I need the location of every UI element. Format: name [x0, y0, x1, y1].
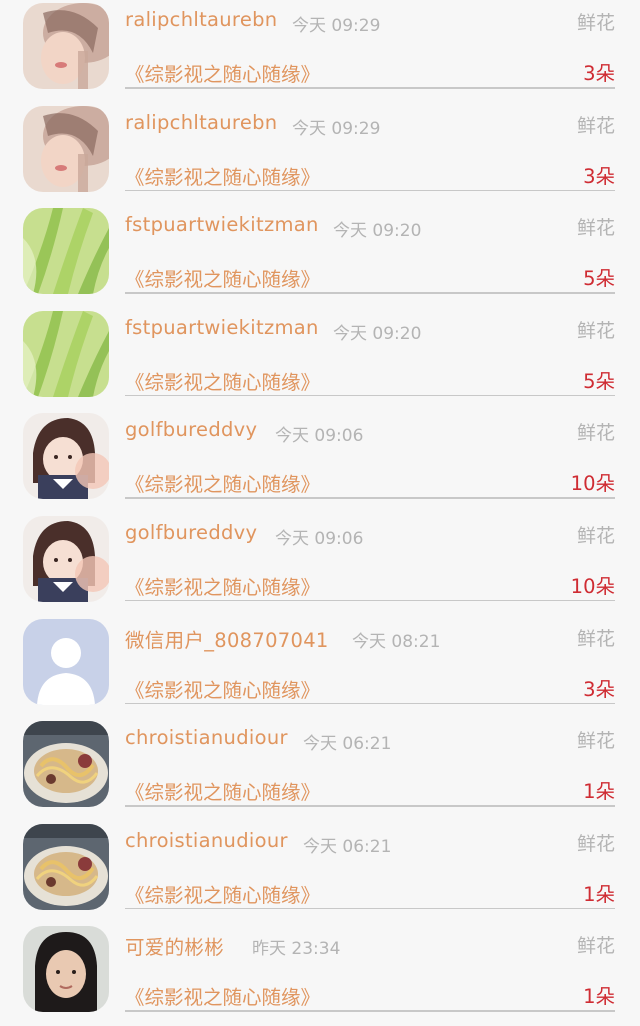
work-title-link[interactable]: 《综影视之随心随缘》: [125, 263, 320, 292]
sender-name[interactable]: fstpuartwiekitzman: [125, 213, 319, 236]
gift-type-label: 鲜花: [576, 730, 615, 753]
send-time: 今天 09:29: [292, 16, 381, 36]
work-title-link[interactable]: 《综影视之随心随缘》: [125, 58, 320, 87]
default-user-icon[interactable]: [23, 618, 109, 705]
gift-type-label: 鲜花: [576, 217, 615, 240]
gift-count: 10朵: [570, 472, 615, 496]
send-time: 今天 08:21: [352, 631, 441, 652]
gift-record-row[interactable]: fstpuartwiekitzman 今天 09:20 鲜花 《综影视之随心随缘…: [0, 308, 640, 411]
gift-count: 1朵: [583, 780, 615, 804]
gift-record-row[interactable]: ralipchltaurebn 今天 09:29 鲜花 《综影视之随心随缘》 3…: [0, 103, 640, 206]
gift-count: 3朵: [583, 62, 615, 85]
leaf-photo-icon[interactable]: [23, 208, 109, 295]
send-time: 今天 09:20: [333, 221, 422, 242]
row-divider: [125, 907, 615, 910]
gift-type-label: 鲜花: [576, 114, 615, 137]
sender-name[interactable]: ralipchltaurebn: [125, 111, 277, 134]
work-title-link[interactable]: 《综影视之随心随缘》: [125, 468, 320, 497]
sender-name[interactable]: chroistianudiour: [125, 726, 288, 749]
gift-count: 10朵: [570, 574, 615, 598]
row-divider: [125, 497, 615, 499]
gift-count: 5朵: [583, 369, 615, 393]
work-title-link[interactable]: 《综影视之随心随缘》: [125, 161, 320, 190]
gift-type-label: 鲜花: [576, 422, 615, 445]
gift-record-row[interactable]: golfbureddvy 今天 09:06 鲜花 《综影视之随心随缘》 10朵: [0, 410, 640, 513]
gift-type-label: 鲜花: [576, 319, 615, 342]
send-time: 今天 06:21: [303, 836, 392, 857]
gift-count: 5朵: [583, 267, 615, 291]
gift-record-row[interactable]: ralipchltaurebn 今天 09:29 鲜花 《综影视之随心随缘》 3…: [0, 0, 640, 103]
work-title-link[interactable]: 《综影视之随心随缘》: [125, 366, 320, 395]
user-photo-icon[interactable]: [23, 926, 109, 1013]
food-photo-icon[interactable]: [23, 823, 109, 910]
sender-name[interactable]: chroistianudiour: [125, 829, 288, 852]
work-title-link[interactable]: 《综影视之随心随缘》: [125, 571, 320, 600]
gift-type-label: 鲜花: [576, 832, 615, 855]
gift-count: 3朵: [583, 677, 615, 701]
sender-name[interactable]: fstpuartwiekitzman: [125, 316, 319, 339]
send-time: 今天 09:06: [275, 426, 364, 447]
gift-count: 1朵: [583, 882, 615, 906]
row-divider: [125, 292, 615, 294]
girl-photo-icon[interactable]: [23, 515, 109, 602]
work-title-link[interactable]: 《综影视之随心随缘》: [125, 674, 320, 703]
gift-record-row[interactable]: chroistianudiour 今天 06:21 鲜花 《综影视之随心随缘》 …: [0, 718, 640, 821]
gift-type-label: 鲜花: [576, 12, 615, 34]
row-divider: [125, 805, 615, 807]
send-time: 今天 06:21: [303, 734, 392, 755]
gift-record-row[interactable]: fstpuartwiekitzman 今天 09:20 鲜花 《综影视之随心随缘…: [0, 205, 640, 308]
row-divider: [125, 87, 615, 89]
gift-record-row[interactable]: chroistianudiour 今天 06:21 鲜花 《综影视之随心随缘》 …: [0, 821, 640, 924]
work-title-link[interactable]: 《综影视之随心随缘》: [125, 879, 320, 908]
girl-photo-icon[interactable]: [23, 413, 109, 500]
send-time: 今天 09:20: [333, 323, 422, 344]
row-divider: [125, 189, 615, 192]
work-title-link[interactable]: 《综影视之随心随缘》: [125, 981, 320, 1010]
row-divider: [125, 394, 615, 397]
work-title-link[interactable]: 《综影视之随心随缘》: [125, 776, 320, 805]
gift-type-label: 鲜花: [576, 627, 615, 650]
gift-type-label: 鲜花: [576, 935, 615, 958]
gift-record-row[interactable]: 可爱的彬彬 昨天 23:34 鲜花 《综影视之随心随缘》 1朵: [0, 923, 640, 1026]
row-divider: [125, 1010, 615, 1012]
gift-count: 1朵: [583, 985, 615, 1009]
sender-name[interactable]: golfbureddvy: [125, 418, 257, 441]
gift-type-label: 鲜花: [576, 524, 615, 547]
send-time: 今天 09:29: [292, 118, 381, 139]
sender-name[interactable]: 微信用户_808707041: [125, 624, 329, 653]
send-time: 今天 09:06: [275, 528, 364, 549]
user-photo-icon[interactable]: [23, 3, 109, 89]
row-divider: [125, 702, 615, 705]
gift-record-row[interactable]: golfbureddvy 今天 09:06 鲜花 《综影视之随心随缘》 10朵: [0, 513, 640, 616]
row-divider: [125, 599, 615, 602]
food-photo-icon[interactable]: [23, 721, 109, 808]
gift-record-list: ralipchltaurebn 今天 09:29 鲜花 《综影视之随心随缘》 3…: [0, 0, 640, 1026]
send-time: 昨天 23:34: [252, 939, 341, 960]
gift-record-row[interactable]: 微信用户_808707041 今天 08:21 鲜花 《综影视之随心随缘》 3朵: [0, 616, 640, 719]
sender-name[interactable]: ralipchltaurebn: [125, 8, 277, 31]
sender-name[interactable]: golfbureddvy: [125, 521, 257, 544]
sender-name[interactable]: 可爱的彬彬: [125, 931, 224, 960]
gift-count: 3朵: [583, 164, 615, 188]
user-photo-icon[interactable]: [23, 105, 109, 192]
leaf-photo-icon[interactable]: [23, 310, 109, 397]
